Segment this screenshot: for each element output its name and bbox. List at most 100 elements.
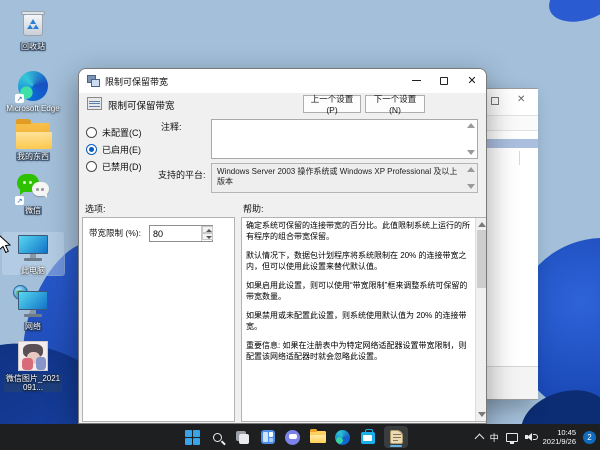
image-thumbnail-icon	[16, 340, 50, 372]
scroll-up-icon[interactable]	[478, 222, 486, 227]
shortcut-arrow-icon: ↗	[15, 94, 24, 103]
radio-enabled[interactable]: 已启用(E)	[86, 143, 141, 156]
scroll-up-icon	[467, 167, 475, 172]
setting-icon	[87, 97, 102, 110]
radio-label: 未配置(C)	[102, 126, 142, 139]
group-policy-editor-window[interactable]: ✕	[486, 88, 538, 400]
spinner-down-icon[interactable]	[202, 233, 213, 240]
mouse-cursor	[0, 234, 11, 254]
volume-tray-icon[interactable]	[525, 432, 536, 442]
help-scrollbar[interactable]	[475, 218, 486, 421]
radio-label: 已启用(E)	[102, 143, 141, 156]
desktop-icon-network[interactable]: 网络	[2, 288, 64, 331]
help-panel: 确定系统可保留的连接带宽的百分比。此值限制系统上运行的所有程序的组合带宽保留。 …	[241, 217, 487, 422]
radio-disabled[interactable]: 已禁用(D)	[86, 160, 142, 173]
policy-icon	[87, 75, 100, 87]
maximize-icon[interactable]	[491, 97, 499, 105]
scroll-up-icon[interactable]	[467, 123, 475, 128]
group-policy-editor-taskbar-button[interactable]	[384, 426, 408, 448]
folder-icon	[16, 118, 50, 150]
bg-window-selected-row[interactable]	[487, 139, 538, 148]
setting-title: 限制可保留带宽	[108, 98, 175, 112]
limit-reservable-bandwidth-dialog: 限制可保留带宽 ✕ 限制可保留带宽 上一个设置(P) 下一个设置(N) 未配置(…	[78, 68, 487, 424]
dialog-header: 限制可保留带宽 上一个设置(P) 下一个设置(N)	[79, 93, 486, 115]
bandwidth-spinner[interactable]	[201, 226, 212, 241]
bg-window-statusbar	[487, 366, 538, 399]
wallpaper-bloom-shape	[543, 0, 600, 30]
network-icon	[16, 288, 50, 320]
edge-icon: ↗	[16, 70, 50, 102]
desktop-icon-label: 此电脑	[21, 266, 45, 275]
desktop-icon-label: 我的东西	[16, 152, 50, 161]
radio-not-configured[interactable]: 未配置(C)	[86, 126, 142, 139]
desktop-icon-microsoft-edge[interactable]: ↗ Microsoft Edge	[2, 70, 64, 113]
comment-textarea[interactable]	[211, 119, 478, 159]
radio-icon	[86, 161, 97, 172]
taskbar-tray: 中 10:45 2021/9/26 2	[476, 424, 596, 450]
recycle-bin-icon	[16, 8, 50, 40]
bg-window-titlebar: ✕	[487, 89, 538, 115]
taskbar: 中 10:45 2021/9/26 2	[0, 424, 600, 450]
help-paragraph: 如果禁用或未配置此设置，则系统使用默认值为 20% 的连接带宽。	[246, 311, 470, 332]
this-pc-icon	[16, 232, 50, 264]
next-setting-button[interactable]: 下一个设置(N)	[365, 95, 425, 113]
scroll-down-icon[interactable]	[467, 150, 475, 155]
gpedit-icon	[390, 430, 403, 444]
network-tray-icon[interactable]	[506, 433, 518, 442]
wechat-icon: ↗	[16, 172, 50, 204]
help-label: 帮助:	[243, 202, 264, 215]
store-button[interactable]	[359, 429, 376, 446]
scroll-down-icon	[467, 184, 475, 189]
radio-icon	[86, 144, 97, 155]
radio-label: 已禁用(D)	[102, 160, 142, 173]
widgets-button[interactable]	[259, 429, 276, 446]
desktop-icon-this-pc[interactable]: 此电脑	[2, 232, 64, 275]
edge-button[interactable]	[334, 429, 351, 446]
help-paragraph: 确定系统可保留的连接带宽的百分比。此值限制系统上运行的所有程序的组合带宽保留。	[246, 221, 470, 242]
help-text: 确定系统可保留的连接带宽的百分比。此值限制系统上运行的所有程序的组合带宽保留。 …	[246, 221, 470, 371]
close-button[interactable]: ✕	[458, 69, 486, 92]
dialog-titlebar[interactable]: 限制可保留带宽 ✕	[79, 69, 486, 93]
desktop-icon-folder[interactable]: 我的东西	[2, 118, 64, 161]
bg-window-toolbar	[487, 115, 538, 131]
desktop-icon-label: Microsoft Edge	[6, 104, 59, 113]
tray-overflow-chevron-icon[interactable]	[474, 434, 484, 444]
taskbar-center	[184, 424, 408, 450]
scroll-down-icon[interactable]	[478, 412, 486, 417]
desktop-icon-recycle-bin[interactable]: 回收站	[2, 8, 64, 51]
desktop-icon-label: 网络	[24, 322, 42, 331]
search-button[interactable]	[209, 429, 226, 446]
desktop-icon-wechat-image[interactable]: 微信图片_2021091...	[2, 340, 64, 392]
tray-time: 10:45	[543, 428, 576, 437]
supported-platform-box: Windows Server 2003 操作系统或 Windows XP Pro…	[211, 163, 478, 193]
options-label: 选项:	[85, 202, 106, 215]
bg-window-divider	[519, 151, 520, 165]
close-icon[interactable]: ✕	[517, 95, 525, 105]
supported-platform-label: 支持的平台:	[158, 168, 206, 181]
maximize-button[interactable]	[430, 69, 458, 92]
desktop: 回收站 ↗ Microsoft Edge 我的东西 ↗ 微信 此电脑 网络	[0, 0, 600, 450]
minimize-button[interactable]	[402, 69, 430, 92]
help-paragraph: 重要信息: 如果在注册表中为特定网络适配器设置带宽限制，则配置该网络适配器时就会…	[246, 341, 470, 362]
radio-icon	[86, 127, 97, 138]
active-app-indicator	[390, 445, 402, 447]
task-view-button[interactable]	[234, 429, 251, 446]
comment-label: 注释:	[161, 120, 182, 133]
clock[interactable]: 10:45 2021/9/26	[543, 428, 576, 446]
desktop-icon-label: 回收站	[20, 42, 46, 51]
start-button[interactable]	[184, 429, 201, 446]
shortcut-arrow-icon: ↗	[15, 196, 24, 205]
notification-badge[interactable]: 2	[583, 431, 596, 444]
chat-button[interactable]	[284, 429, 301, 446]
help-paragraph: 默认情况下，数据包计划程序将系统限制在 20% 的连接带宽之内，但可以使用此设置…	[246, 251, 470, 272]
scrollbar-thumb[interactable]	[477, 230, 486, 288]
desktop-icon-label: 微信图片_2021091...	[4, 374, 62, 392]
desktop-icon-wechat[interactable]: ↗ 微信	[2, 172, 64, 215]
file-explorer-button[interactable]	[309, 429, 326, 446]
ime-indicator[interactable]: 中	[490, 431, 499, 444]
desktop-icon-label: 微信	[24, 206, 42, 215]
spinner-up-icon[interactable]	[202, 226, 213, 233]
help-paragraph: 如果启用此设置，则可以使用“带宽限制”框来调整系统可保留的带宽数量。	[246, 281, 470, 302]
previous-setting-button[interactable]: 上一个设置(P)	[303, 95, 361, 113]
options-panel: 带宽限制 (%):	[82, 217, 235, 422]
